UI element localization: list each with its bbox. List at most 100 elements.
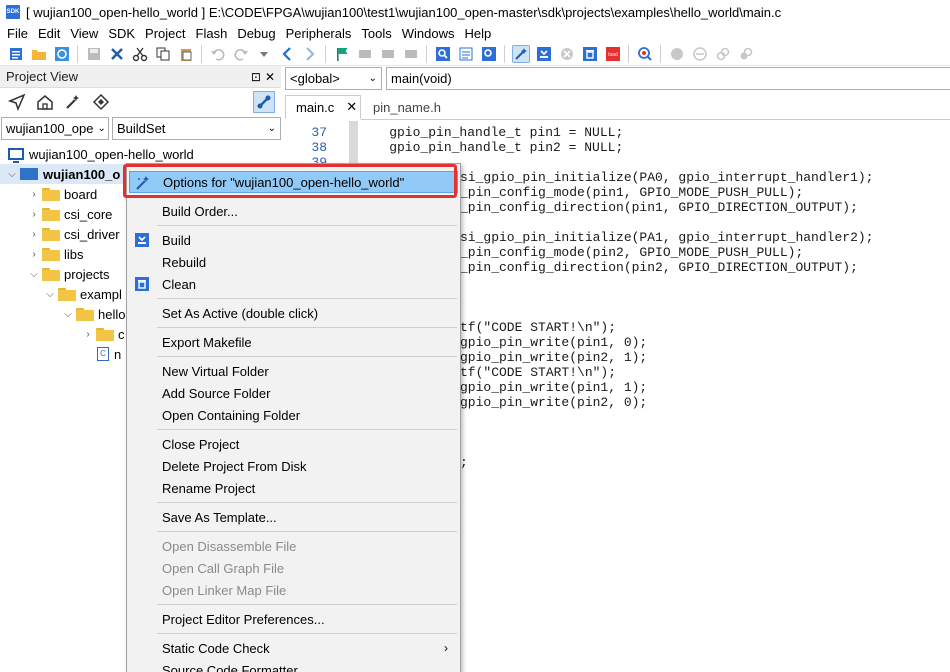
diamond-icon[interactable] [90,91,112,113]
tab-pin-name-h[interactable]: pin_name.h [363,95,451,120]
menu-view[interactable]: View [65,26,103,41]
tree-item-csi-core[interactable]: › csi_core [28,204,112,224]
toolbar-separator [504,44,505,63]
code-line: _pin_config_direction(pin1, GPIO_DIRECTI… [460,200,858,215]
menu-item-set-active[interactable]: Set As Active (double click) [129,302,458,324]
bookmark-icon[interactable] [333,45,351,63]
refresh-icon[interactable] [53,45,71,63]
close-icon[interactable] [108,45,126,63]
save-icon[interactable] [85,45,103,63]
chevron-down-icon[interactable]: ⌵ [62,309,74,320]
menu-tools[interactable]: Tools [356,26,396,41]
menu-item-delete-project[interactable]: Delete Project From Disk [129,455,458,477]
menu-edit[interactable]: Edit [33,26,65,41]
menu-flash[interactable]: Flash [191,26,233,41]
project-options-icon[interactable] [511,44,530,63]
chevron-right-icon[interactable]: › [28,249,40,260]
chevron-down-icon[interactable]: ⌵ [44,289,56,300]
tab-main-c[interactable]: main.c ✕ [285,95,361,120]
tree-item-subfolder[interactable]: › c [82,324,124,344]
tree-item-main-c[interactable]: C n [94,344,121,364]
menu-item-clean[interactable]: Clean [129,273,458,295]
menu-item-label: Clean [162,276,196,292]
build-icon[interactable] [535,45,553,63]
menu-item-static-code-check[interactable]: Static Code Check › [129,637,458,659]
dropdown-icon[interactable] [255,45,273,63]
tree-item-workspace[interactable]: wujian100_open-hello_world [4,144,194,164]
tree-item-examples[interactable]: ⌵ exampl [44,284,122,304]
menu-item-build[interactable]: Build [129,229,458,251]
chevron-down-icon: ⌄ [267,123,276,134]
tree-item-libs[interactable]: › libs [28,244,84,264]
menu-sdk[interactable]: SDK [103,26,140,41]
annotation-highlight-box [123,164,457,198]
find-in-files-icon[interactable] [457,45,475,63]
tree-item-csi-driver[interactable]: › csi_driver [28,224,119,244]
tree-item-label: libs [64,246,84,262]
menu-item-new-virtual-folder[interactable]: New Virtual Folder [129,360,458,382]
flash-icon[interactable]: load [604,45,622,63]
function-select[interactable]: main(void) [386,67,950,90]
home-icon[interactable] [34,91,56,113]
clean-icon[interactable] [581,45,599,63]
menu-item-source-code-formatter[interactable]: Source Code Formatter [129,659,458,672]
scope-select[interactable]: <global> ⌄ [285,67,382,90]
chevron-right-icon[interactable]: › [82,329,94,340]
pin-icon[interactable]: ⊡ [251,70,261,84]
magic-wand-icon[interactable] [62,91,84,113]
menu-item-close-project[interactable]: Close Project [129,433,458,455]
undo-icon[interactable] [209,45,227,63]
menu-item-open-containing-folder[interactable]: Open Containing Folder [129,404,458,426]
breakpoint-disable-icon[interactable] [691,45,709,63]
link-icon[interactable] [714,45,732,63]
menu-item-add-source-folder[interactable]: Add Source Folder [129,382,458,404]
forward-icon[interactable] [301,45,319,63]
chevron-right-icon[interactable]: › [28,229,40,240]
menu-item-editor-preferences[interactable]: Project Editor Preferences... [129,608,458,630]
menu-item-rename-project[interactable]: Rename Project [129,477,458,499]
cut-icon[interactable] [131,45,149,63]
menu-item-label: Open Call Graph File [162,560,285,576]
menu-item-rebuild[interactable]: Rebuild [129,251,458,273]
open-folder-icon[interactable] [30,45,48,63]
bookmark-next-icon[interactable] [379,45,397,63]
new-file-icon[interactable] [7,45,25,63]
close-panel-icon[interactable]: ✕ [265,70,275,84]
stop-icon[interactable] [558,45,576,63]
locate-icon[interactable] [6,91,28,113]
menu-peripherals[interactable]: Peripherals [281,26,357,41]
unlink-icon[interactable] [737,45,755,63]
breakpoint-icon[interactable] [668,45,686,63]
toolbar-separator [628,44,629,63]
tree-item-projects[interactable]: ⌵ projects [28,264,109,284]
menu-file[interactable]: File [2,26,33,41]
project-select[interactable]: wujian100_ope ⌄ [1,117,109,140]
find-icon[interactable] [434,45,452,63]
find-window-icon[interactable] [480,45,498,63]
redo-icon[interactable] [232,45,250,63]
menu-item-save-as-template[interactable]: Save As Template... [129,506,458,528]
copy-icon[interactable] [154,45,172,63]
chevron-down-icon[interactable]: ⌵ [28,269,40,280]
menu-project[interactable]: Project [140,26,190,41]
tree-item-board[interactable]: › board [28,184,97,204]
tree-item-project[interactable]: ⌵ wujian100_o [0,164,126,184]
menu-separator [157,502,457,503]
chevron-right-icon[interactable]: › [28,189,40,200]
menu-help[interactable]: Help [460,26,497,41]
link-project-icon[interactable] [253,91,275,113]
paste-icon[interactable] [177,45,195,63]
close-icon[interactable]: ✕ [346,99,357,115]
bookmark-clear-icon[interactable] [402,45,420,63]
menu-item-build-order[interactable]: Build Order... [129,200,458,222]
menu-windows[interactable]: Windows [397,26,460,41]
config-select[interactable]: BuildSet ⌄ [112,117,281,140]
back-icon[interactable] [278,45,296,63]
chevron-right-icon[interactable]: › [28,209,40,220]
tree-item-hello-world[interactable]: ⌵ hello [62,304,125,324]
chevron-down-icon[interactable]: ⌵ [6,169,18,180]
menu-item-export-makefile[interactable]: Export Makefile [129,331,458,353]
debug-icon[interactable] [636,45,654,63]
menu-debug[interactable]: Debug [232,26,280,41]
bookmark-prev-icon[interactable] [356,45,374,63]
